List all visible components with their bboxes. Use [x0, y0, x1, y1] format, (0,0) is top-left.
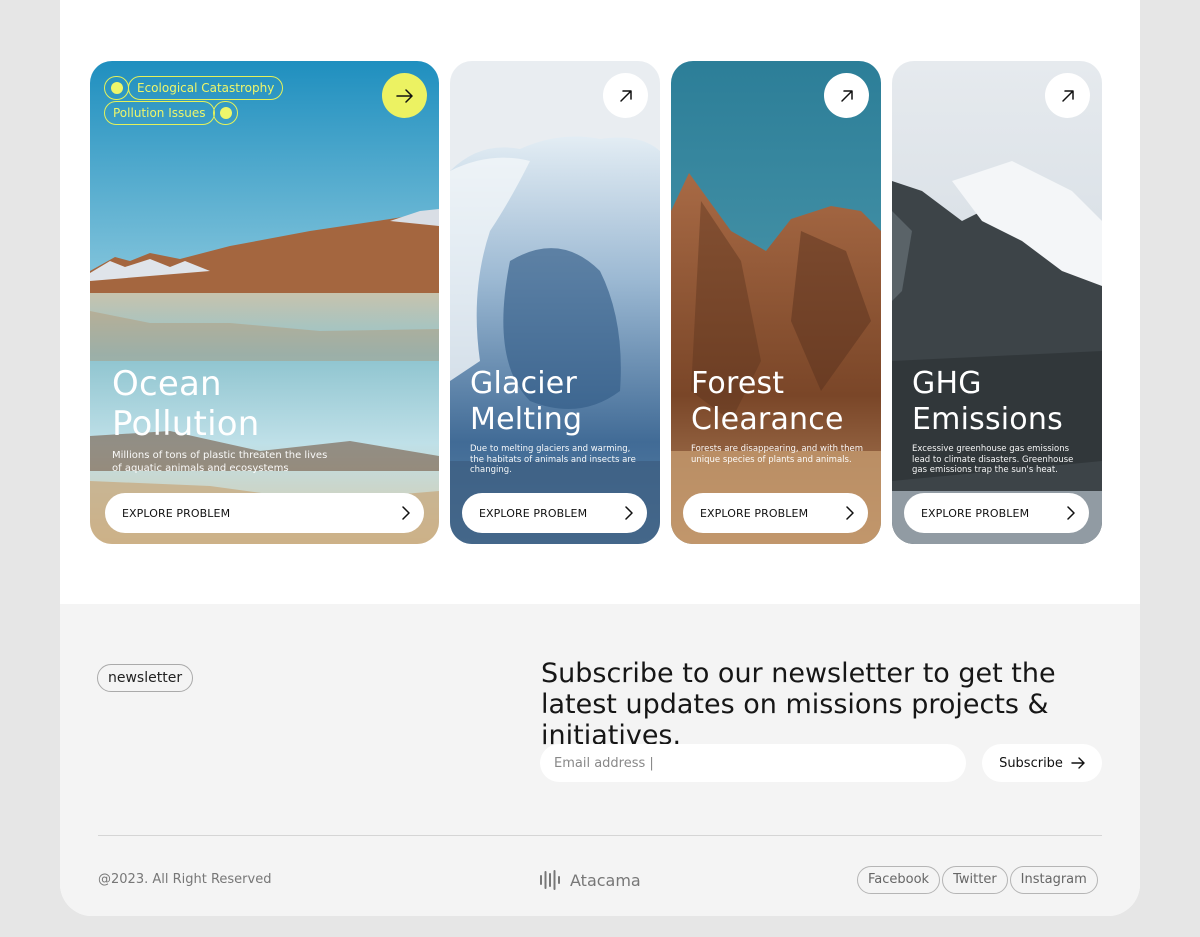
- arrow-up-right-icon: [840, 89, 853, 102]
- newsletter-headline: Subscribe to our newsletter to get the l…: [541, 658, 1056, 751]
- card-title-line: Forest: [691, 366, 785, 401]
- tag-dot-icon: [104, 76, 129, 100]
- card-description: Due to melting glaciers and warming, the…: [470, 444, 636, 475]
- atacama-logo-icon: [540, 870, 560, 890]
- subscribe-button[interactable]: Subscribe: [982, 744, 1102, 782]
- social-links: Facebook Twitter Instagram: [857, 866, 1098, 894]
- email-placeholder: Email address |: [554, 755, 654, 771]
- brand-logo[interactable]: Atacama: [538, 868, 641, 892]
- card-description: Excessive greenhouse gas emissions lead …: [912, 444, 1074, 475]
- card-ghg-emissions[interactable]: GHG Emissions Excessive greenhouse gas e…: [892, 61, 1102, 544]
- explore-problem-button[interactable]: EXPLORE PROBLEM: [683, 493, 868, 533]
- explore-problem-button[interactable]: EXPLORE PROBLEM: [462, 493, 647, 533]
- open-card-button[interactable]: [603, 73, 648, 118]
- card-title-line: Ocean: [112, 364, 222, 404]
- social-link-facebook[interactable]: Facebook: [857, 866, 941, 894]
- explore-problem-button[interactable]: EXPLORE PROBLEM: [904, 493, 1089, 533]
- card-forest-clearance[interactable]: Forest Clearance Forests are disappearin…: [671, 61, 881, 544]
- email-field[interactable]: Email address |: [540, 744, 966, 782]
- card-description: Forests are disappearing, and with them …: [691, 444, 863, 465]
- card-title-line: Clearance: [691, 402, 844, 437]
- chevron-right-icon: [402, 506, 410, 520]
- open-card-button[interactable]: [824, 73, 869, 118]
- footer-divider: [98, 835, 1102, 836]
- open-card-button[interactable]: [1045, 73, 1090, 118]
- card-title: Ocean Pollution: [112, 364, 259, 444]
- card-title-line: Glacier: [470, 366, 577, 401]
- card-title: GHG Emissions: [912, 366, 1063, 438]
- explore-label: EXPLORE PROBLEM: [700, 506, 809, 520]
- tag-pollution-issues[interactable]: Pollution Issues: [104, 101, 215, 125]
- social-link-twitter[interactable]: Twitter: [942, 866, 1008, 894]
- newsletter-section: newsletter Subscribe to our newsletter t…: [60, 604, 1140, 916]
- subscribe-label: Subscribe: [999, 755, 1063, 771]
- card-title-line: Emissions: [912, 402, 1063, 437]
- card-title: Forest Clearance: [691, 366, 844, 438]
- copyright-text: @2023. All Right Reserved: [98, 872, 272, 887]
- forest-mountain-image: [671, 61, 881, 544]
- tag-dot-icon: [213, 101, 238, 125]
- explore-label: EXPLORE PROBLEM: [921, 506, 1030, 520]
- tag-ecological-catastrophy[interactable]: Ecological Catastrophy: [128, 76, 284, 100]
- explore-problem-button[interactable]: EXPLORE PROBLEM: [105, 493, 424, 533]
- brand-name: Atacama: [570, 870, 641, 890]
- card-title: Glacier Melting: [470, 366, 582, 438]
- arrow-up-right-icon: [619, 89, 632, 102]
- card-description: Millions of tons of plastic threaten the…: [112, 450, 328, 474]
- explore-label: EXPLORE PROBLEM: [122, 506, 231, 520]
- arrow-right-icon: [395, 88, 413, 103]
- card-title-line: GHG: [912, 366, 982, 401]
- arrow-up-right-icon: [1061, 89, 1074, 102]
- chevron-right-icon: [846, 506, 854, 520]
- newsletter-label: newsletter: [97, 664, 194, 692]
- card-ocean-pollution[interactable]: Ecological Catastrophy Pollution Issues …: [90, 61, 439, 544]
- arrow-right-icon: [1071, 757, 1085, 769]
- card-title-line: Pollution: [112, 404, 260, 444]
- explore-label: EXPLORE PROBLEM: [479, 506, 588, 520]
- chevron-right-icon: [625, 506, 633, 520]
- page: Ecological Catastrophy Pollution Issues …: [60, 0, 1140, 916]
- open-card-button[interactable]: [382, 73, 427, 118]
- card-title-line: Melting: [470, 402, 583, 437]
- chevron-right-icon: [1067, 506, 1075, 520]
- social-link-instagram[interactable]: Instagram: [1009, 866, 1098, 894]
- card-glacier-melting[interactable]: Glacier Melting Due to melting glaciers …: [450, 61, 660, 544]
